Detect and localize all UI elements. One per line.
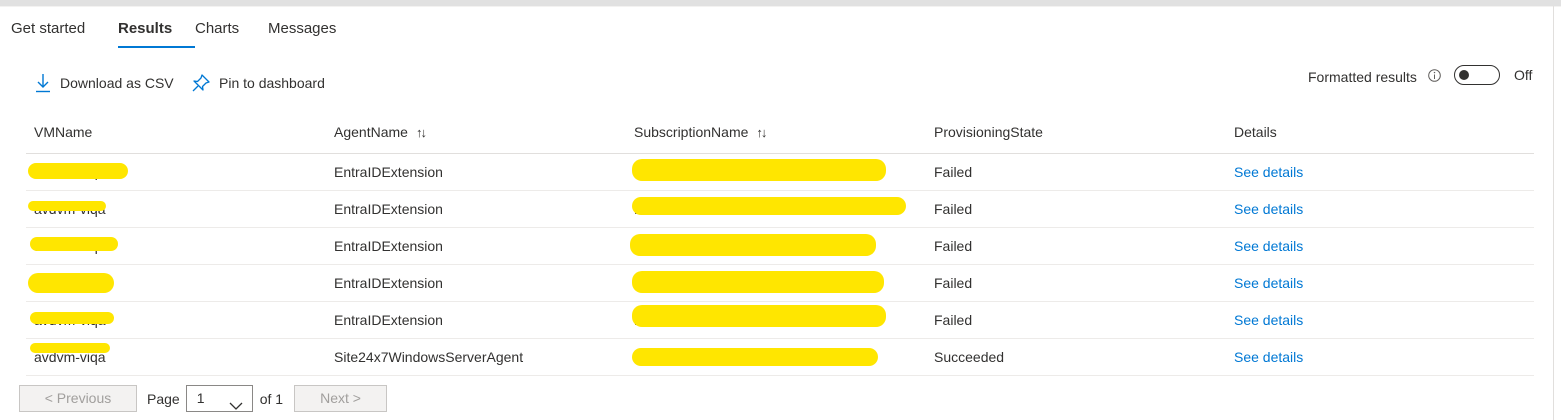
- see-details-link[interactable]: See details: [1234, 154, 1303, 190]
- download-icon: [35, 73, 51, 93]
- table-row: avdvm-viqa EntraIDExtension MSDNZEXRE Fa…: [26, 302, 1534, 339]
- table-row: avdvm-viqa Site24x7WindowsServerAgent MS…: [26, 339, 1534, 376]
- redaction-mark: [28, 201, 106, 211]
- cell-provisioningstate: Succeeded: [934, 349, 1005, 365]
- header-provisioningstate-label: ProvisioningState: [934, 124, 1043, 140]
- right-border: [1553, 6, 1554, 420]
- tab-get-started[interactable]: Get started: [11, 18, 118, 48]
- redaction-mark: [30, 312, 114, 324]
- page-select-value: 1: [196, 390, 205, 406]
- sort-icon[interactable]: ↑↓: [416, 125, 427, 140]
- formatted-results-label: Formatted results: [1308, 69, 1417, 85]
- info-icon[interactable]: [1428, 69, 1441, 85]
- redaction-mark: [632, 159, 886, 181]
- see-details-link[interactable]: See details: [1234, 191, 1303, 227]
- tab-charts[interactable]: Charts: [195, 18, 268, 48]
- table-row: avdvm-viqa EntraIDExtension MSDNZEXRE Fa…: [26, 228, 1534, 265]
- cell-agentname: EntraIDExtension: [334, 238, 443, 254]
- top-border-inner: [0, 6, 1561, 7]
- header-agentname[interactable]: AgentName ↑↓: [334, 116, 427, 153]
- chevron-down-icon: [229, 394, 243, 419]
- toggle-state-label: Off: [1514, 67, 1533, 83]
- page-count-label: of 1: [259, 390, 284, 407]
- results-table: VMName AgentName ↑↓ SubscriptionName ↑↓ Pr…: [26, 116, 1534, 376]
- cell-agentname: EntraIDExtension: [334, 164, 443, 180]
- download-csv-label: Download as CSV: [60, 75, 174, 91]
- redaction-mark: [632, 305, 886, 327]
- redaction-mark: [30, 237, 118, 251]
- page-label: Page: [147, 390, 180, 407]
- redaction-mark: [632, 348, 878, 366]
- redaction-mark: [630, 234, 876, 256]
- table-row: avdvm-viqa EntraIDExtension MSDNZEXRE Fa…: [26, 154, 1534, 191]
- see-details-link[interactable]: See details: [1234, 265, 1303, 301]
- toggle-knob: [1459, 70, 1469, 80]
- download-csv-button[interactable]: Download as CSV: [35, 72, 174, 94]
- previous-button[interactable]: < Previous: [19, 385, 137, 412]
- cell-provisioningstate: Failed: [934, 238, 973, 254]
- header-vmname[interactable]: VMName: [34, 116, 92, 153]
- tab-results[interactable]: Results: [118, 18, 195, 48]
- formatted-results: Formatted results: [1308, 66, 1441, 88]
- page-select[interactable]: 1: [185, 385, 253, 412]
- formatted-results-toggle[interactable]: [1454, 65, 1500, 85]
- header-vmname-label: VMName: [34, 124, 93, 140]
- pin-to-dashboard-label: Pin to dashboard: [219, 75, 325, 91]
- redaction-mark: [30, 343, 110, 353]
- see-details-link[interactable]: See details: [1234, 302, 1303, 338]
- pin-icon: [192, 74, 210, 92]
- cell-agentname: EntraIDExtension: [334, 312, 443, 328]
- header-agentname-label: AgentName: [334, 124, 408, 140]
- cell-agentname: EntraIDExtension: [334, 201, 443, 217]
- cell-provisioningstate: Failed: [934, 201, 973, 217]
- tab-messages[interactable]: Messages: [268, 18, 336, 48]
- redaction-mark: [28, 163, 128, 179]
- table-header: VMName AgentName ↑↓ SubscriptionName ↑↓ Pr…: [26, 116, 1534, 154]
- sort-icon[interactable]: ↑↓: [756, 125, 767, 140]
- cell-agentname: EntraIDExtension: [334, 275, 443, 291]
- see-details-link[interactable]: See details: [1234, 228, 1303, 264]
- cell-provisioningstate: Failed: [934, 164, 973, 180]
- redaction-mark: [632, 197, 906, 215]
- cell-provisioningstate: Failed: [934, 275, 973, 291]
- header-subscriptionname[interactable]: SubscriptionName ↑↓: [634, 116, 767, 153]
- header-subscriptionname-label: SubscriptionName: [634, 124, 749, 140]
- pin-to-dashboard-button[interactable]: Pin to dashboard: [192, 72, 325, 94]
- see-details-link[interactable]: See details: [1234, 339, 1303, 375]
- redaction-mark: [632, 271, 884, 293]
- header-details[interactable]: Details: [1234, 116, 1277, 153]
- table-row: avdvm-viqa EntraIDExtension MSDNZEXRE Fa…: [26, 191, 1534, 228]
- cell-provisioningstate: Failed: [934, 312, 973, 328]
- pagination: < Previous Page 1 of 1 Next >: [19, 385, 388, 412]
- header-provisioningstate[interactable]: ProvisioningState: [934, 116, 1043, 153]
- header-details-label: Details: [1234, 124, 1277, 140]
- tab-bar: Get started Results Charts Messages: [11, 18, 336, 48]
- next-button[interactable]: Next >: [294, 385, 388, 412]
- cell-agentname: Site24x7WindowsServerAgent: [334, 349, 524, 365]
- redaction-mark: [28, 273, 114, 293]
- table-row: avdvm-viqa EntraIDExtension MSDNZEXRE Fa…: [26, 265, 1534, 302]
